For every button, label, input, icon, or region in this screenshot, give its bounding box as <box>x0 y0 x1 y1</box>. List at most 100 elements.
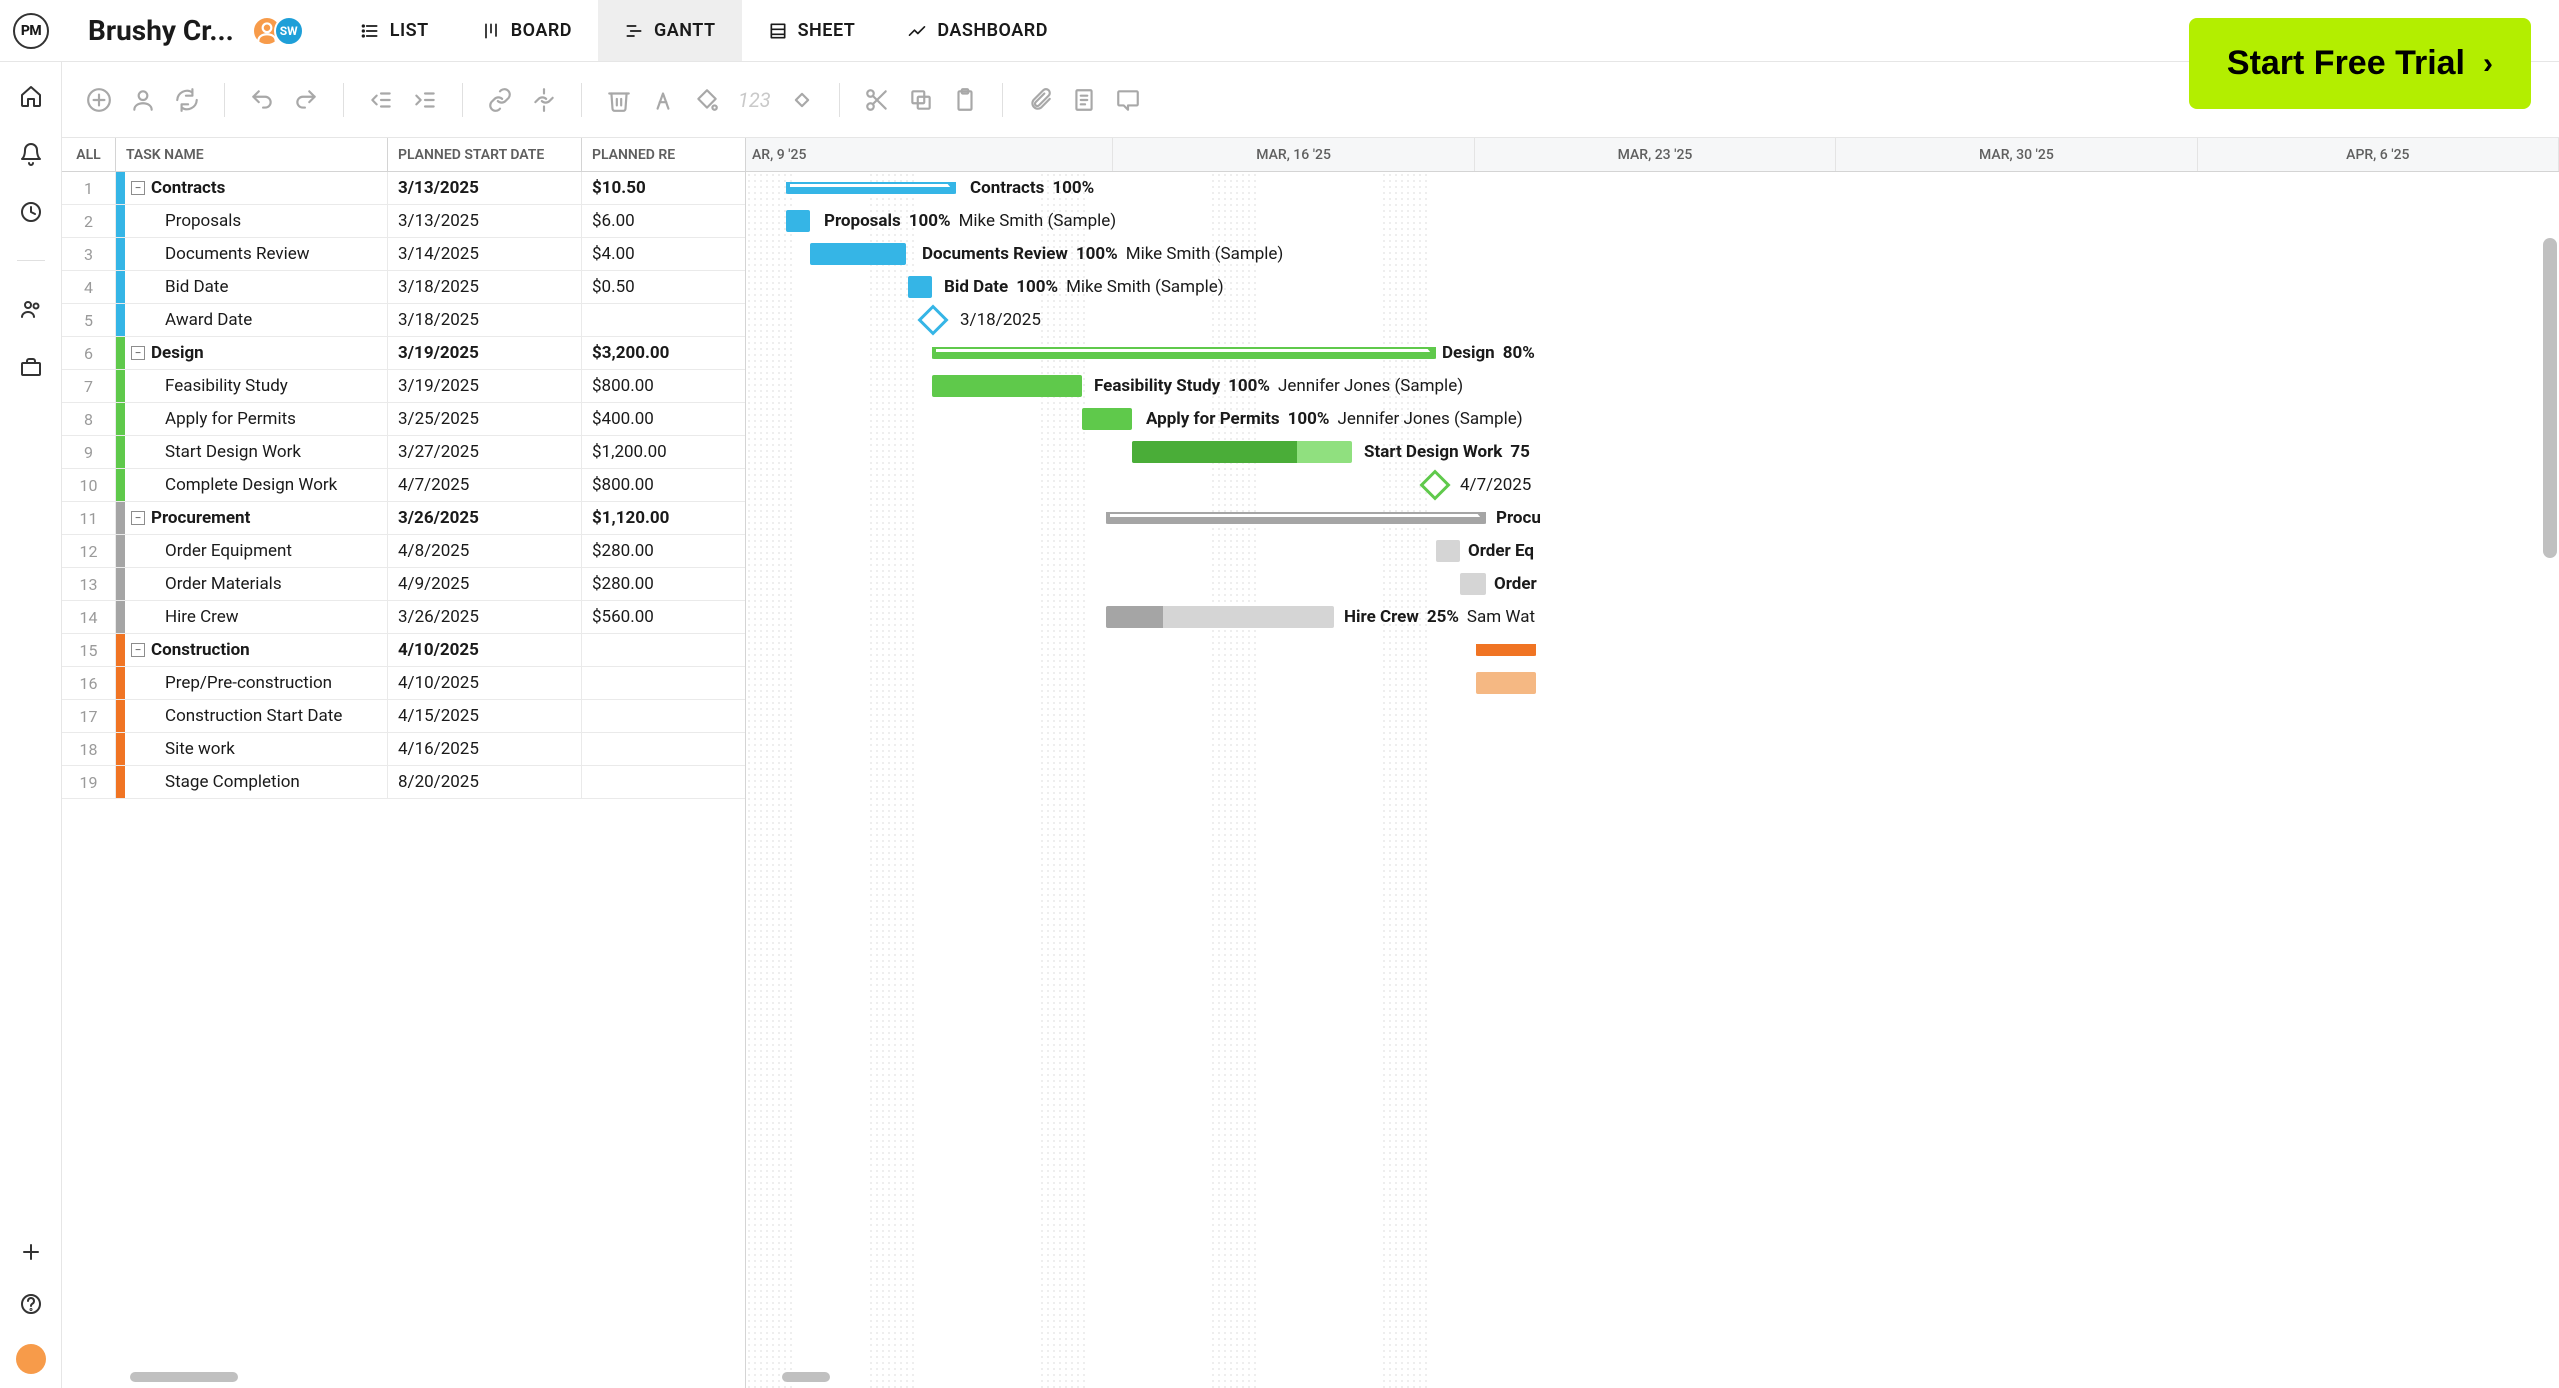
gantt-row[interactable] <box>746 733 2559 766</box>
task-name-cell[interactable]: Complete Design Work <box>125 469 388 501</box>
row-number[interactable]: 18 <box>62 733 116 765</box>
task-cost-cell[interactable] <box>582 634 745 666</box>
app-logo[interactable]: PM <box>13 13 49 49</box>
task-cost-cell[interactable]: $280.00 <box>582 535 745 567</box>
timeline-week[interactable]: MAR, 16 '25 <box>1113 138 1474 171</box>
col-header-all[interactable]: ALL <box>62 138 116 171</box>
col-header-start[interactable]: PLANNED START DATE <box>388 138 582 171</box>
task-cost-cell[interactable]: $1,120.00 <box>582 502 745 534</box>
tab-board[interactable]: BOARD <box>455 0 598 61</box>
task-date-cell[interactable]: 4/10/2025 <box>388 634 582 666</box>
task-date-cell[interactable]: 4/9/2025 <box>388 568 582 600</box>
task-cost-cell[interactable]: $800.00 <box>582 370 745 402</box>
comment-icon[interactable] <box>1115 87 1141 113</box>
task-name-cell[interactable]: −Contracts <box>125 172 388 204</box>
summary-bar[interactable] <box>786 182 956 194</box>
table-row[interactable]: 17Construction Start Date4/15/2025 <box>62 700 745 733</box>
row-number[interactable]: 19 <box>62 766 116 798</box>
task-bar[interactable] <box>1476 672 1536 694</box>
task-date-cell[interactable]: 3/18/2025 <box>388 304 582 336</box>
tab-dashboard[interactable]: DASHBOARD <box>881 0 1074 61</box>
task-name-cell[interactable]: Documents Review <box>125 238 388 270</box>
gantt-row[interactable]: Feasibility Study100%Jennifer Jones (Sam… <box>746 370 2559 403</box>
unlink-icon[interactable] <box>531 87 557 113</box>
table-row[interactable]: 18Site work4/16/2025 <box>62 733 745 766</box>
gantt-row[interactable]: Hire Crew25%Sam Wat <box>746 601 2559 634</box>
task-bar[interactable] <box>1082 408 1132 430</box>
start-free-trial-button[interactable]: Start Free Trial › <box>2189 18 2531 109</box>
gantt-row[interactable]: Contracts100% <box>746 172 2559 205</box>
col-header-cost[interactable]: PLANNED RE <box>582 138 745 171</box>
undo-icon[interactable] <box>249 87 275 113</box>
task-bar[interactable] <box>1106 606 1334 628</box>
delete-icon[interactable] <box>606 87 632 113</box>
task-date-cell[interactable]: 3/18/2025 <box>388 271 582 303</box>
milestone-icon[interactable] <box>789 87 815 113</box>
task-cost-cell[interactable] <box>582 304 745 336</box>
collapse-toggle[interactable]: − <box>131 181 145 195</box>
collapse-toggle[interactable]: − <box>131 346 145 360</box>
row-number[interactable]: 9 <box>62 436 116 468</box>
table-row[interactable]: 10Complete Design Work4/7/2025$800.00 <box>62 469 745 502</box>
row-number[interactable]: 3 <box>62 238 116 270</box>
table-row[interactable]: 11−Procurement3/26/2025$1,120.00 <box>62 502 745 535</box>
collapse-toggle[interactable]: − <box>131 511 145 525</box>
paste-icon[interactable] <box>952 87 978 113</box>
table-row[interactable]: 15−Construction4/10/2025 <box>62 634 745 667</box>
row-number[interactable]: 16 <box>62 667 116 699</box>
row-number[interactable]: 6 <box>62 337 116 369</box>
avatar[interactable]: SW <box>274 16 304 46</box>
row-number[interactable]: 17 <box>62 700 116 732</box>
task-cost-cell[interactable] <box>582 667 745 699</box>
task-cost-cell[interactable]: $800.00 <box>582 469 745 501</box>
task-bar[interactable] <box>786 210 810 232</box>
table-row[interactable]: 3Documents Review3/14/2025$4.00 <box>62 238 745 271</box>
task-bar[interactable] <box>1460 573 1486 595</box>
task-name-cell[interactable]: Order Materials <box>125 568 388 600</box>
task-name-cell[interactable]: Bid Date <box>125 271 388 303</box>
timeline-week[interactable]: AR, 9 '25 <box>746 138 1113 171</box>
task-name-cell[interactable]: Stage Completion <box>125 766 388 798</box>
task-name-cell[interactable]: −Procurement <box>125 502 388 534</box>
task-date-cell[interactable]: 3/13/2025 <box>388 172 582 204</box>
task-cost-cell[interactable]: $10.50 <box>582 172 745 204</box>
task-date-cell[interactable]: 3/19/2025 <box>388 337 582 369</box>
task-bar[interactable] <box>810 243 906 265</box>
tab-sheet[interactable]: SHEET <box>742 0 882 61</box>
gantt-row[interactable]: Order <box>746 568 2559 601</box>
task-name-cell[interactable]: Proposals <box>125 205 388 237</box>
gantt-row[interactable]: Documents Review100%Mike Smith (Sample) <box>746 238 2559 271</box>
task-name-cell[interactable]: −Construction <box>125 634 388 666</box>
task-date-cell[interactable]: 3/14/2025 <box>388 238 582 270</box>
task-cost-cell[interactable]: $0.50 <box>582 271 745 303</box>
task-name-cell[interactable]: Award Date <box>125 304 388 336</box>
number-format-icon[interactable]: 123 <box>738 88 771 112</box>
task-date-cell[interactable]: 4/8/2025 <box>388 535 582 567</box>
attachment-icon[interactable] <box>1027 87 1053 113</box>
task-cost-cell[interactable]: $3,200.00 <box>582 337 745 369</box>
home-icon[interactable] <box>19 84 43 108</box>
row-number[interactable]: 5 <box>62 304 116 336</box>
timeline-week[interactable]: MAR, 23 '25 <box>1475 138 1836 171</box>
outdent-icon[interactable] <box>368 87 394 113</box>
col-header-name[interactable]: TASK NAME <box>116 138 388 171</box>
task-date-cell[interactable]: 3/19/2025 <box>388 370 582 402</box>
table-row[interactable]: 7Feasibility Study3/19/2025$800.00 <box>62 370 745 403</box>
task-cost-cell[interactable] <box>582 766 745 798</box>
table-row[interactable]: 1−Contracts3/13/2025$10.50 <box>62 172 745 205</box>
briefcase-icon[interactable] <box>19 355 43 379</box>
gantt-row[interactable]: Apply for Permits100%Jennifer Jones (Sam… <box>746 403 2559 436</box>
table-row[interactable]: 13Order Materials4/9/2025$280.00 <box>62 568 745 601</box>
team-icon[interactable] <box>19 297 43 321</box>
table-row[interactable]: 16Prep/Pre-construction4/10/2025 <box>62 667 745 700</box>
task-cost-cell[interactable]: $1,200.00 <box>582 436 745 468</box>
cut-icon[interactable] <box>864 87 890 113</box>
indent-icon[interactable] <box>412 87 438 113</box>
timeline-week[interactable]: MAR, 30 '25 <box>1836 138 2197 171</box>
task-date-cell[interactable]: 3/27/2025 <box>388 436 582 468</box>
task-date-cell[interactable]: 3/26/2025 <box>388 601 582 633</box>
task-date-cell[interactable]: 8/20/2025 <box>388 766 582 798</box>
timeline-week[interactable]: APR, 6 '25 <box>2198 138 2559 171</box>
link-icon[interactable] <box>487 87 513 113</box>
task-date-cell[interactable]: 4/10/2025 <box>388 667 582 699</box>
